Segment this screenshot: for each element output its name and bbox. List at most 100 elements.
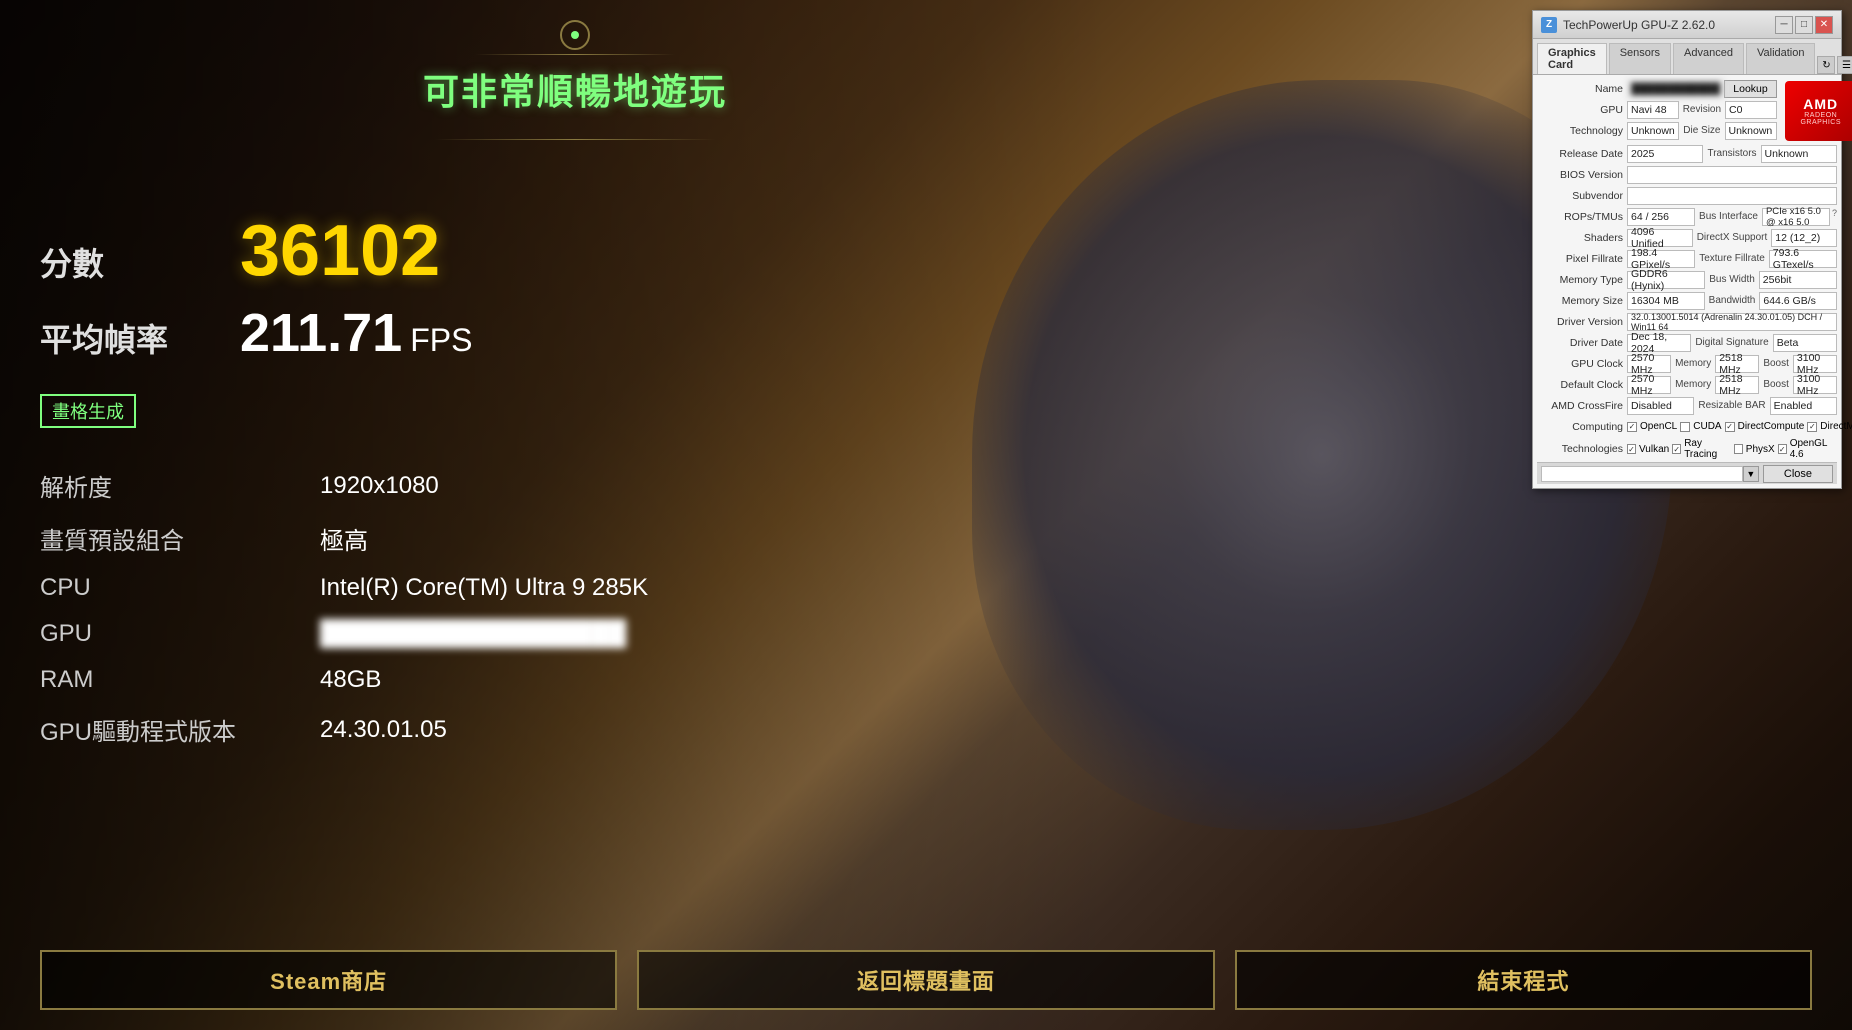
gpuz-subvendor-row: Subvendor: [1537, 186, 1837, 205]
score-panel: 可非常順暢地遊玩 分數 36102 平均幀率 211.71 FPS 畫格生成 解…: [0, 0, 1150, 1030]
gpuz-clock-dual: 2570 MHz Memory 2518 MHz Boost 3100 MHz: [1627, 355, 1837, 373]
gpuz-technology-label: Technology: [1537, 125, 1627, 137]
gpuz-bus-question[interactable]: ?: [1832, 208, 1837, 226]
gpuz-die-size-value: Unknown: [1725, 122, 1777, 140]
gpuz-default-boost-label: Boost: [1761, 376, 1791, 394]
gpuz-memory-size-row: Memory Size 16304 MB Bandwidth 644.6 GB/…: [1537, 291, 1837, 310]
system-info-table: 解析度 1920x1080 畫質預設組合 極高 CPU Intel(R) Cor…: [40, 468, 1110, 747]
gpuz-technologies-row: Technologies Vulkan Ray Tracing PhysX Op…: [1537, 438, 1837, 460]
gpuz-transistors-value: Unknown: [1761, 145, 1837, 163]
gpuz-gpu-label: GPU: [1537, 104, 1627, 116]
gpuz-memory-size-dual: 16304 MB Bandwidth 644.6 GB/s: [1627, 292, 1837, 310]
gpuz-digital-sig-value: Beta: [1773, 334, 1837, 352]
gpuz-tabs: Graphics Card Sensors Advanced Validatio…: [1533, 39, 1841, 75]
gpuz-bandwidth-label: Bandwidth: [1707, 292, 1758, 310]
steam-button[interactable]: Steam商店: [40, 950, 617, 1010]
gpuz-window: Z TechPowerUp GPU-Z 2.62.0 ─ □ ✕ Graphic…: [1532, 10, 1842, 489]
gpuz-texture-value: 793.6 GTexel/s: [1769, 250, 1837, 268]
gpuz-release-dual: 2025 Transistors Unknown: [1627, 145, 1837, 163]
resolution-label: 解析度: [40, 468, 260, 503]
quality-label: 畫質預設組合: [40, 521, 260, 556]
gpuz-bus-interface-label: Bus Interface: [1697, 208, 1760, 226]
gpuz-tech-checkboxes: Vulkan Ray Tracing PhysX OpenGL 4.6: [1627, 438, 1837, 460]
gpuz-driver-date-value: Dec 18, 2024: [1627, 334, 1691, 352]
gpuz-rops-value: 64 / 256: [1627, 208, 1695, 226]
gpuz-pixel-value: 198.4 GPixel/s: [1627, 250, 1695, 268]
gpuz-name-label: Name: [1537, 83, 1627, 95]
gpuz-shaders-dual: 4096 Unified DirectX Support 12 (12_2): [1627, 229, 1837, 247]
driver-row: GPU驅動程式版本 24.30.01.05: [40, 712, 1110, 747]
gpuz-gpu-clock-value: 2570 MHz: [1627, 355, 1671, 373]
gpuz-opengl-label: OpenGL 4.6: [1790, 438, 1837, 460]
gpuz-close-button[interactable]: ✕: [1815, 16, 1833, 34]
gpuz-technology-row: Technology Unknown Die Size Unknown: [1537, 121, 1777, 140]
gpuz-release-date-value: 2025: [1627, 145, 1703, 163]
gpuz-gpu-row: GPU Navi 48 Revision C0: [1537, 100, 1777, 119]
score-value: 36102: [240, 210, 440, 292]
gpuz-raytracing-checkbox: [1672, 444, 1681, 454]
amd-logo: AMD RADEONGRAPHICS: [1785, 81, 1852, 141]
gpuz-computing-row: Computing OpenCL CUDA DirectCompute Dire…: [1537, 417, 1837, 436]
gpuz-tab-graphics-card[interactable]: Graphics Card: [1537, 43, 1607, 74]
gpuz-content: Name ████████████ Lookup GPU Navi 48 Rev…: [1533, 75, 1841, 488]
gpuz-bus-width-value: 256bit: [1759, 271, 1837, 289]
bottom-buttons: Steam商店 返回標題畫面 結束程式: [0, 950, 1852, 1010]
gpuz-name-section: Name ████████████ Lookup GPU Navi 48 Rev…: [1537, 79, 1777, 142]
gpuz-default-clock-value: 2570 MHz: [1627, 376, 1671, 394]
amd-logo-text: AMD: [1803, 96, 1838, 112]
gpuz-directml-checkbox: [1807, 422, 1817, 432]
gpuz-driver-version-row: Driver Version 32.0.13001.5014 (Adrenali…: [1537, 312, 1837, 331]
gpuz-boost-value: 3100 MHz: [1793, 355, 1837, 373]
gpuz-settings-icon[interactable]: ☰: [1837, 56, 1852, 74]
gpuz-lookup-button[interactable]: Lookup: [1724, 80, 1776, 98]
gpuz-bandwidth-value: 644.6 GB/s: [1759, 292, 1837, 310]
gpuz-memory-type-value: GDDR6 (Hynix): [1627, 271, 1705, 289]
gpuz-default-clock-row: Default Clock 2570 MHz Memory 2518 MHz B…: [1537, 375, 1837, 394]
gpuz-maximize-button[interactable]: □: [1795, 16, 1813, 34]
gpuz-release-date-row: Release Date 2025 Transistors Unknown: [1537, 144, 1837, 163]
gpuz-driver-version-value: 32.0.13001.5014 (Adrenalin 24.30.01.05) …: [1627, 313, 1837, 331]
gpuz-default-clock-label: Default Clock: [1537, 379, 1627, 391]
gpuz-rops-dual: 64 / 256 Bus Interface PCIe x16 5.0 @ x1…: [1627, 208, 1837, 226]
gpuz-technologies-label: Technologies: [1537, 443, 1627, 455]
gpuz-name-row: Name ████████████ Lookup GPU Navi 48 Rev…: [1537, 79, 1837, 142]
gpuz-refresh-icon[interactable]: ↻: [1817, 56, 1835, 74]
home-button[interactable]: 返回標題畫面: [637, 950, 1214, 1010]
gpuz-rops-row: ROPs/TMUs 64 / 256 Bus Interface PCIe x1…: [1537, 207, 1837, 226]
gpuz-shaders-row: Shaders 4096 Unified DirectX Support 12 …: [1537, 228, 1837, 247]
gpuz-raytracing-label: Ray Tracing: [1684, 438, 1731, 460]
gpuz-opengl-checkbox: [1778, 444, 1787, 454]
fps-unit: FPS: [410, 322, 472, 359]
gpuz-dropdown-icon[interactable]: ▼: [1743, 466, 1759, 482]
resolution-value: 1920x1080: [320, 472, 439, 500]
gpuz-shaders-value: 4096 Unified: [1627, 229, 1693, 247]
gpuz-rops-label: ROPs/TMUs: [1537, 211, 1627, 223]
gpuz-tab-sensors[interactable]: Sensors: [1609, 43, 1671, 74]
gpuz-directx-label: DirectX Support: [1695, 229, 1770, 247]
amd-logo-sub: RADEONGRAPHICS: [1800, 112, 1841, 126]
gpuz-tab-advanced[interactable]: Advanced: [1673, 43, 1744, 74]
exit-button[interactable]: 結束程式: [1235, 950, 1812, 1010]
gpuz-physx-checkbox: [1734, 444, 1743, 454]
deco-circle: [560, 20, 590, 50]
gpuz-subvendor-value: [1627, 187, 1837, 205]
gpuz-minimize-button[interactable]: ─: [1775, 16, 1793, 34]
gpuz-icon: Z: [1541, 17, 1557, 33]
gpuz-titlebar[interactable]: Z TechPowerUp GPU-Z 2.62.0 ─ □ ✕: [1533, 11, 1841, 39]
gpuz-bios-value: [1627, 166, 1837, 184]
gpuz-tab-validation[interactable]: Validation: [1746, 43, 1816, 74]
gpuz-bios-row: BIOS Version: [1537, 165, 1837, 184]
gpuz-driver-date-label: Driver Date: [1537, 337, 1627, 349]
gpuz-directcompute-label: DirectCompute: [1738, 421, 1805, 432]
gpuz-cuda-checkbox: [1680, 422, 1690, 432]
gpuz-memory-clock-value: 2518 MHz: [1715, 355, 1759, 373]
gpuz-close-button-bottom[interactable]: Close: [1763, 465, 1833, 483]
gpuz-bottom-bar: ▼ Close: [1537, 462, 1837, 484]
gpuz-gpu-value: Navi 48: [1627, 101, 1679, 119]
cpu-row: CPU Intel(R) Core(TM) Ultra 9 285K: [40, 574, 1110, 602]
gpuz-computing-checkboxes: OpenCL CUDA DirectCompute DirectML: [1627, 421, 1852, 432]
gpuz-subvendor-label: Subvendor: [1537, 190, 1627, 202]
gpuz-window-controls: ─ □ ✕: [1775, 16, 1833, 34]
gpuz-name-value: ████████████: [1627, 80, 1724, 98]
gpuz-revision-value: C0: [1725, 101, 1777, 119]
